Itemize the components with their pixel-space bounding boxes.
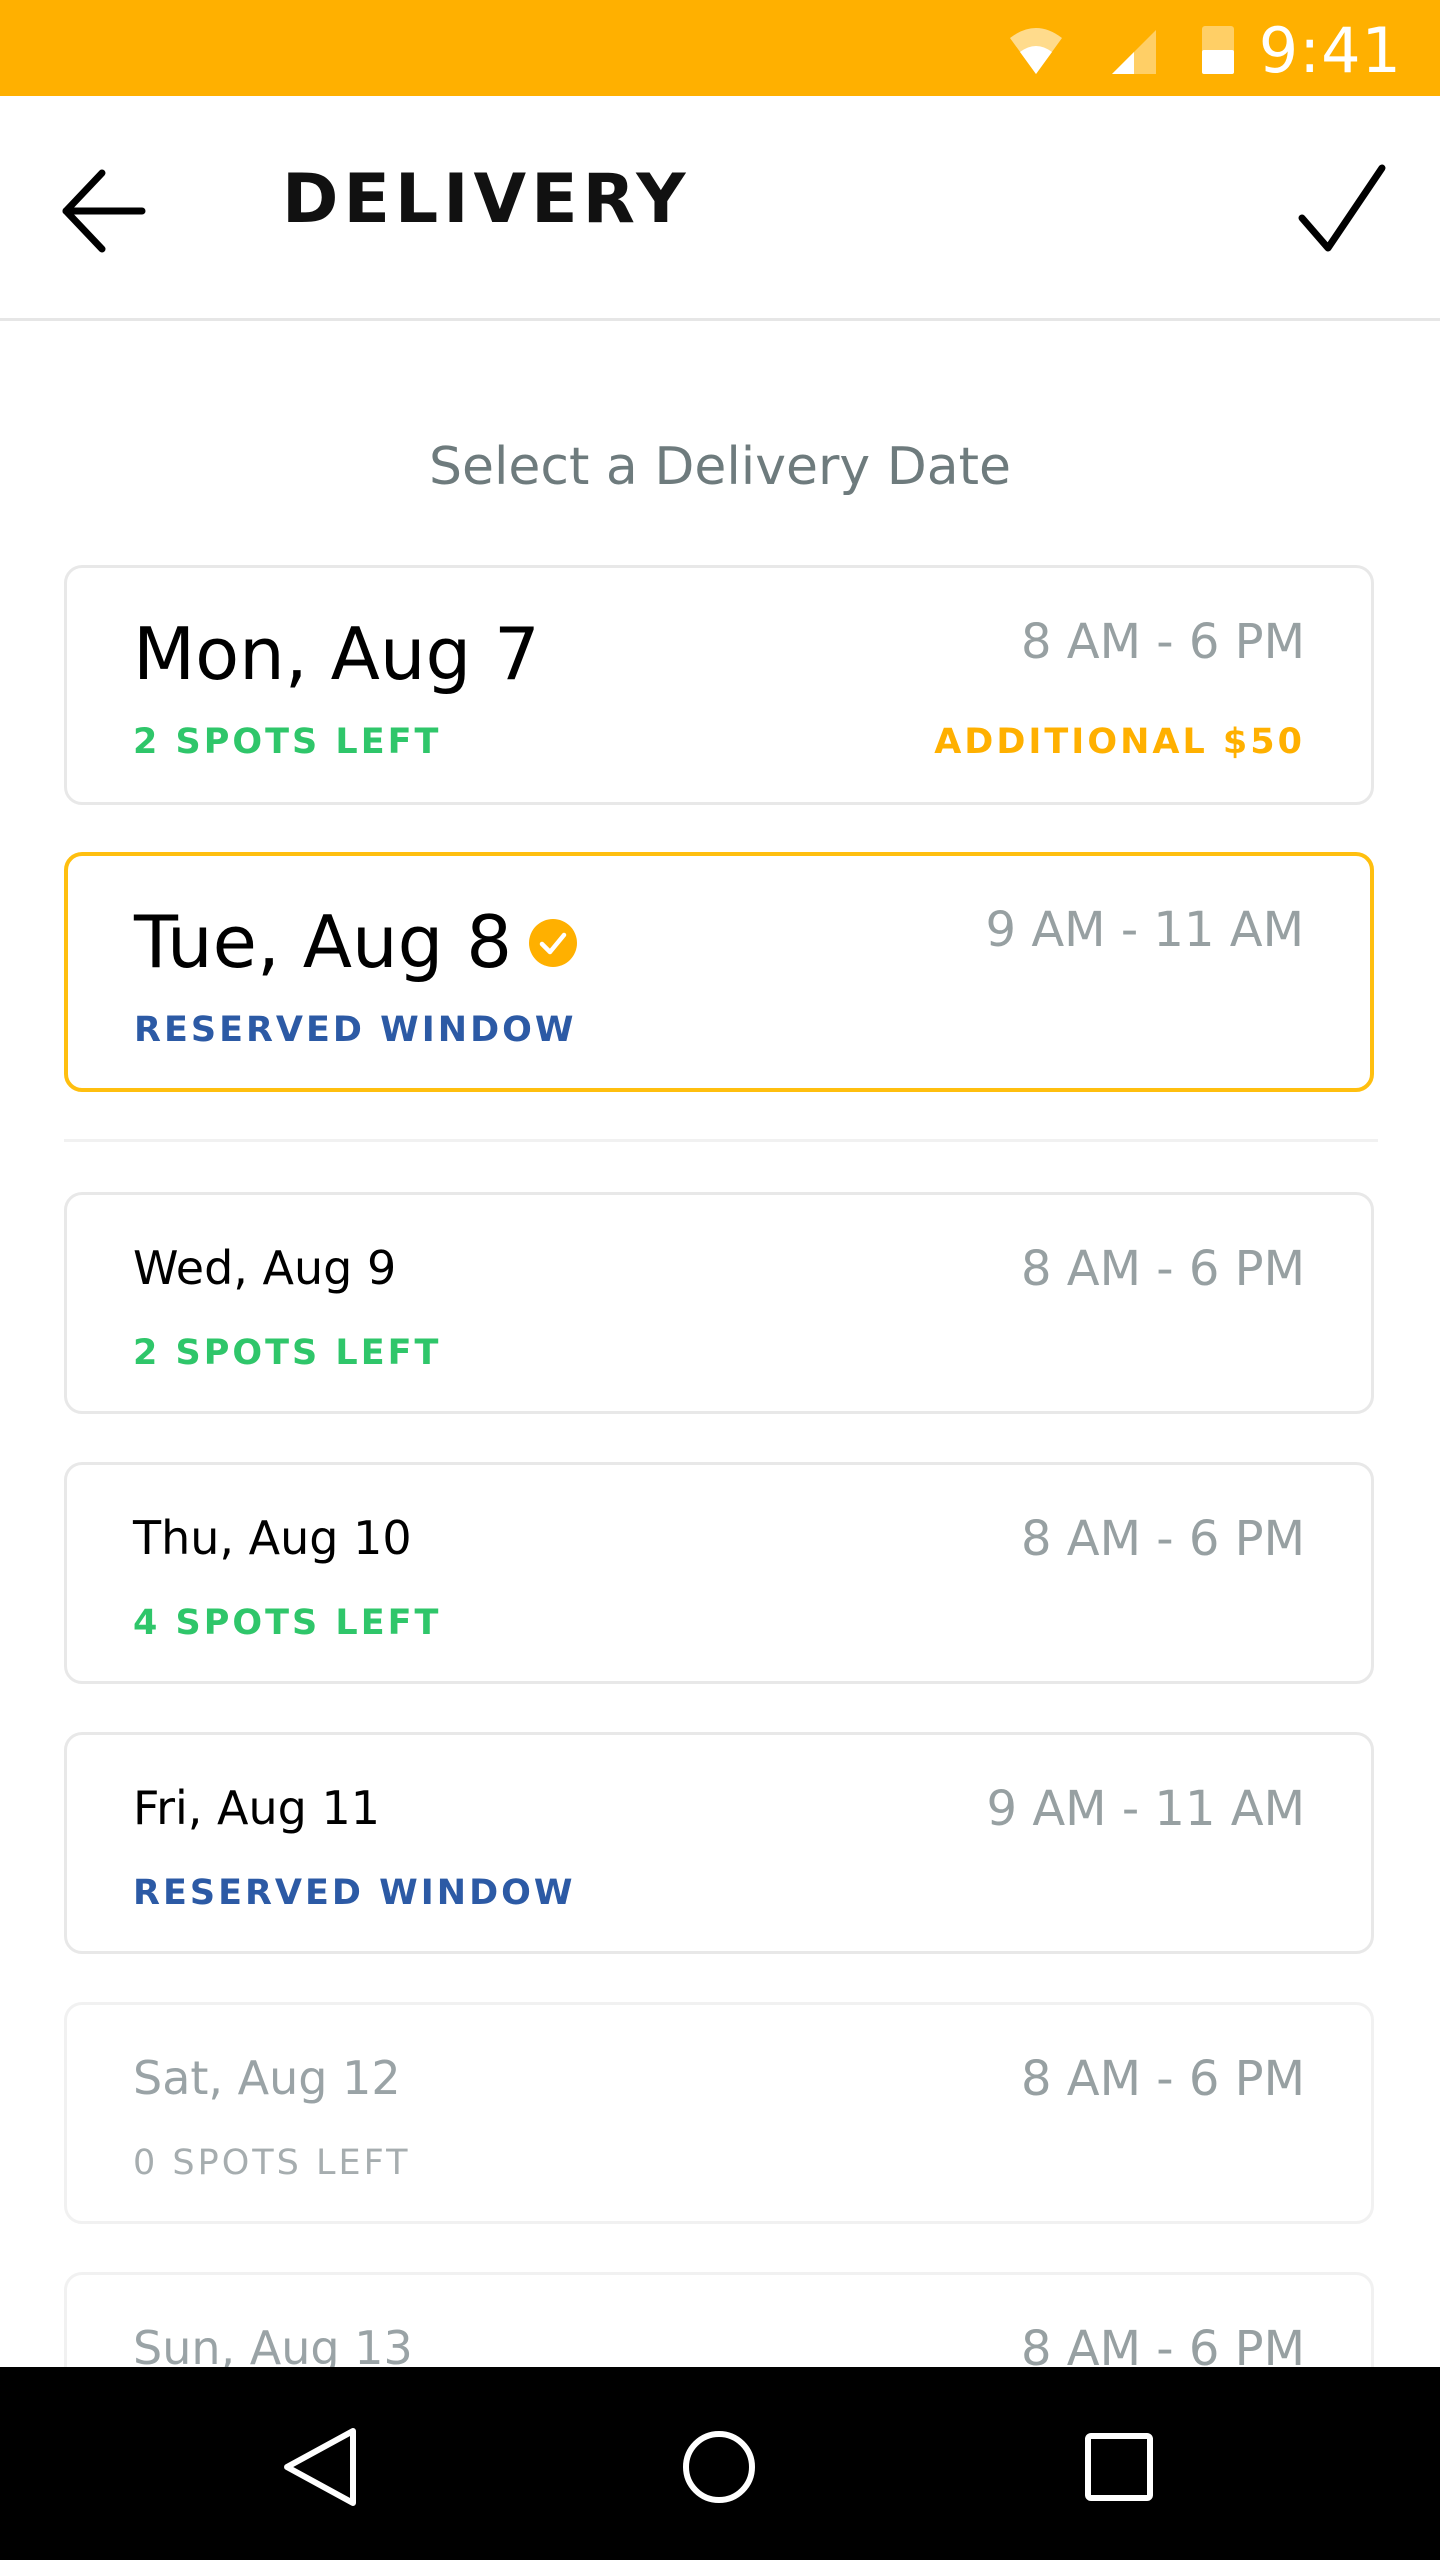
date-label: Wed, Aug 9 (133, 1241, 397, 1295)
date-label-row: Tue, Aug 8 (134, 900, 578, 984)
time-window: 8 AM - 6 PM (1020, 1241, 1305, 1297)
section-divider (64, 1139, 1378, 1142)
back-triangle-icon (284, 2428, 356, 2506)
home-circle-icon (683, 2431, 755, 2503)
confirm-button[interactable] (1290, 156, 1400, 266)
nav-recents-button[interactable] (1069, 2417, 1169, 2517)
surcharge-label: ADDITIONAL $50 (934, 722, 1305, 762)
availability-status: RESERVED WINDOW (133, 1873, 576, 1913)
date-label: Mon, Aug 7 (133, 612, 540, 696)
availability-status: 0 SPOTS LEFT (133, 2143, 411, 2183)
check-circle-icon (529, 919, 578, 968)
date-option-thu-aug-10[interactable]: Thu, Aug 10 8 AM - 6 PM 4 SPOTS LEFT (64, 1462, 1374, 1684)
arrow-left-icon (62, 169, 146, 253)
battery-icon (1202, 26, 1234, 74)
status-bar: 9:41 (0, 0, 1440, 96)
time-window: 8 AM - 6 PM (1020, 614, 1305, 670)
date-label: Sat, Aug 12 (133, 2051, 401, 2105)
nav-back-button[interactable] (269, 2417, 369, 2517)
select-date-prompt: Select a Delivery Date (428, 437, 1011, 497)
date-label: Thu, Aug 10 (133, 1511, 412, 1565)
date-option-mon-aug-7[interactable]: Mon, Aug 7 8 AM - 6 PM 2 SPOTS LEFT ADDI… (64, 565, 1374, 805)
back-button[interactable] (50, 156, 160, 266)
date-option-tue-aug-8[interactable]: Tue, Aug 8 9 AM - 11 AM RESERVED WINDOW (64, 852, 1374, 1092)
status-time: 9:41 (1258, 14, 1402, 87)
date-option-wed-aug-9[interactable]: Wed, Aug 9 8 AM - 6 PM 2 SPOTS LEFT (64, 1192, 1374, 1414)
date-option-fri-aug-11[interactable]: Fri, Aug 11 9 AM - 11 AM RESERVED WINDOW (64, 1732, 1374, 1954)
time-window: 8 AM - 6 PM (1020, 1511, 1305, 1567)
availability-status: 2 SPOTS LEFT (133, 722, 442, 762)
app-bar: DELIVERY (0, 96, 1440, 321)
system-navigation-bar (0, 2367, 1440, 2560)
recents-square-icon (1085, 2433, 1153, 2501)
page-title: DELIVERY (282, 160, 691, 239)
availability-status: 4 SPOTS LEFT (133, 1603, 442, 1643)
date-label: Fri, Aug 11 (133, 1781, 381, 1835)
availability-status: 2 SPOTS LEFT (133, 1333, 442, 1373)
date-label: Tue, Aug 8 (134, 900, 513, 984)
date-option-sat-aug-12: Sat, Aug 12 8 AM - 6 PM 0 SPOTS LEFT (64, 2002, 1374, 2224)
delivery-date-list: Select a Delivery Date Mon, Aug 7 8 AM -… (0, 321, 1440, 2367)
date-option-sun-aug-13: Sun, Aug 13 8 AM - 6 PM (64, 2272, 1374, 2367)
time-window: 9 AM - 11 AM (985, 902, 1304, 958)
date-label: Sun, Aug 13 (133, 2321, 413, 2367)
checkmark-icon (1298, 164, 1386, 252)
time-window: 8 AM - 6 PM (1020, 2051, 1305, 2107)
time-window: 8 AM - 6 PM (1020, 2321, 1305, 2367)
time-window: 9 AM - 11 AM (986, 1781, 1305, 1837)
availability-status: RESERVED WINDOW (134, 1010, 577, 1050)
cellular-signal-icon (1112, 30, 1156, 74)
nav-home-button[interactable] (669, 2417, 769, 2517)
wifi-icon (1010, 28, 1062, 74)
